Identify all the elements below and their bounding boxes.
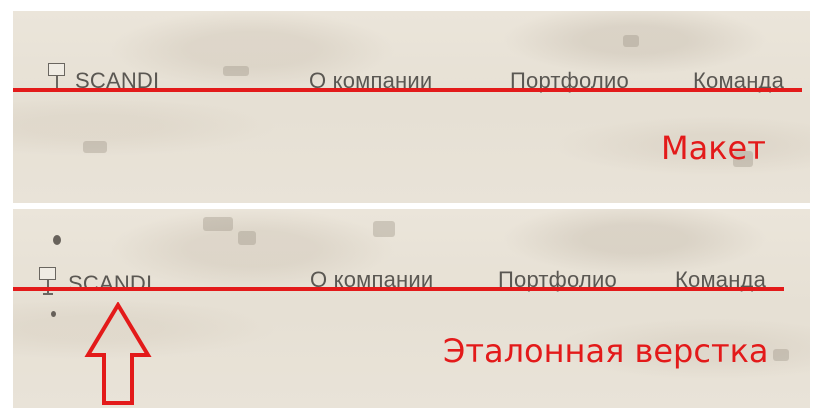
wall-texture (203, 217, 233, 231)
mockup-caption: Макет (661, 129, 766, 167)
logo-text[interactable]: SCANDI (68, 271, 152, 297)
wall-stain (51, 311, 56, 317)
mockup-panel: SCANDI О компании Портфолио Команда Маке… (13, 11, 810, 203)
up-arrow-icon (84, 302, 152, 405)
logo-icon (39, 267, 61, 299)
wall-texture (223, 66, 249, 76)
baseline-red-line (13, 287, 784, 291)
wall-texture (83, 141, 107, 153)
wall-texture (773, 349, 789, 361)
reference-caption: Эталонная верстка (443, 332, 769, 370)
wall-texture (623, 35, 639, 47)
wall-texture (238, 231, 256, 245)
baseline-red-line (13, 88, 802, 92)
wall-texture (373, 221, 395, 237)
wall-stain (53, 235, 61, 245)
